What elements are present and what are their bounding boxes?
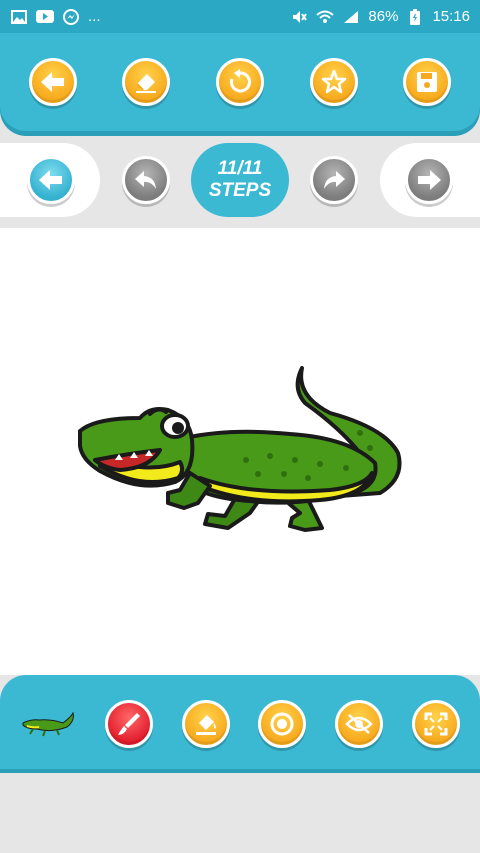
undo-button[interactable] — [122, 156, 170, 204]
battery-percent: 86% — [368, 8, 399, 25]
exit-button[interactable] — [27, 156, 75, 204]
crocodile-thumbnail-icon — [22, 711, 75, 737]
undo-icon — [135, 171, 156, 189]
step-counter: 11/11 STEPS — [191, 143, 289, 217]
hide-button[interactable] — [334, 700, 383, 748]
messenger-icon — [62, 8, 80, 25]
record-button[interactable] — [258, 700, 307, 748]
eraser-button[interactable] — [122, 58, 171, 106]
reset-button[interactable] — [215, 58, 264, 106]
arrow-right-icon — [418, 170, 441, 190]
fill-button[interactable] — [181, 700, 230, 748]
brush-icon — [117, 713, 140, 735]
drawing-canvas[interactable] — [0, 228, 480, 675]
record-icon — [270, 712, 294, 736]
bottom-toolbar — [0, 675, 480, 773]
back-button[interactable] — [28, 58, 77, 106]
signal-icon — [342, 10, 360, 24]
save-button[interactable] — [403, 58, 452, 106]
fullscreen-button[interactable] — [411, 700, 460, 748]
status-bar: ... 86% 15:16 — [0, 0, 480, 33]
wifi-icon — [316, 10, 335, 24]
arrow-left-icon — [40, 72, 64, 92]
redo-button[interactable] — [310, 156, 358, 204]
reset-icon — [229, 69, 251, 93]
arrow-left-icon — [39, 170, 62, 190]
star-icon — [321, 69, 346, 94]
crocodile-thumbnail[interactable] — [20, 704, 76, 744]
youtube-icon — [36, 10, 54, 24]
fill-icon — [195, 715, 216, 735]
battery-icon — [406, 8, 424, 25]
brush-button[interactable] — [104, 700, 153, 748]
notification-dots: ... — [88, 8, 101, 25]
redo-icon — [324, 171, 345, 189]
image-icon — [10, 9, 28, 24]
save-icon — [417, 72, 438, 92]
fullscreen-icon — [424, 712, 448, 736]
clock: 15:16 — [432, 8, 470, 25]
step-count: 11/11 — [217, 158, 263, 179]
step-label: STEPS — [208, 180, 272, 201]
mute-icon — [290, 10, 308, 24]
eraser-icon — [136, 74, 157, 93]
eye-off-icon — [345, 714, 373, 734]
step-navigation: 11/11 STEPS — [0, 143, 480, 217]
top-toolbar — [0, 33, 480, 131]
crocodile-drawing — [78, 366, 402, 532]
next-button[interactable] — [405, 156, 453, 204]
favorite-button[interactable] — [309, 58, 358, 106]
